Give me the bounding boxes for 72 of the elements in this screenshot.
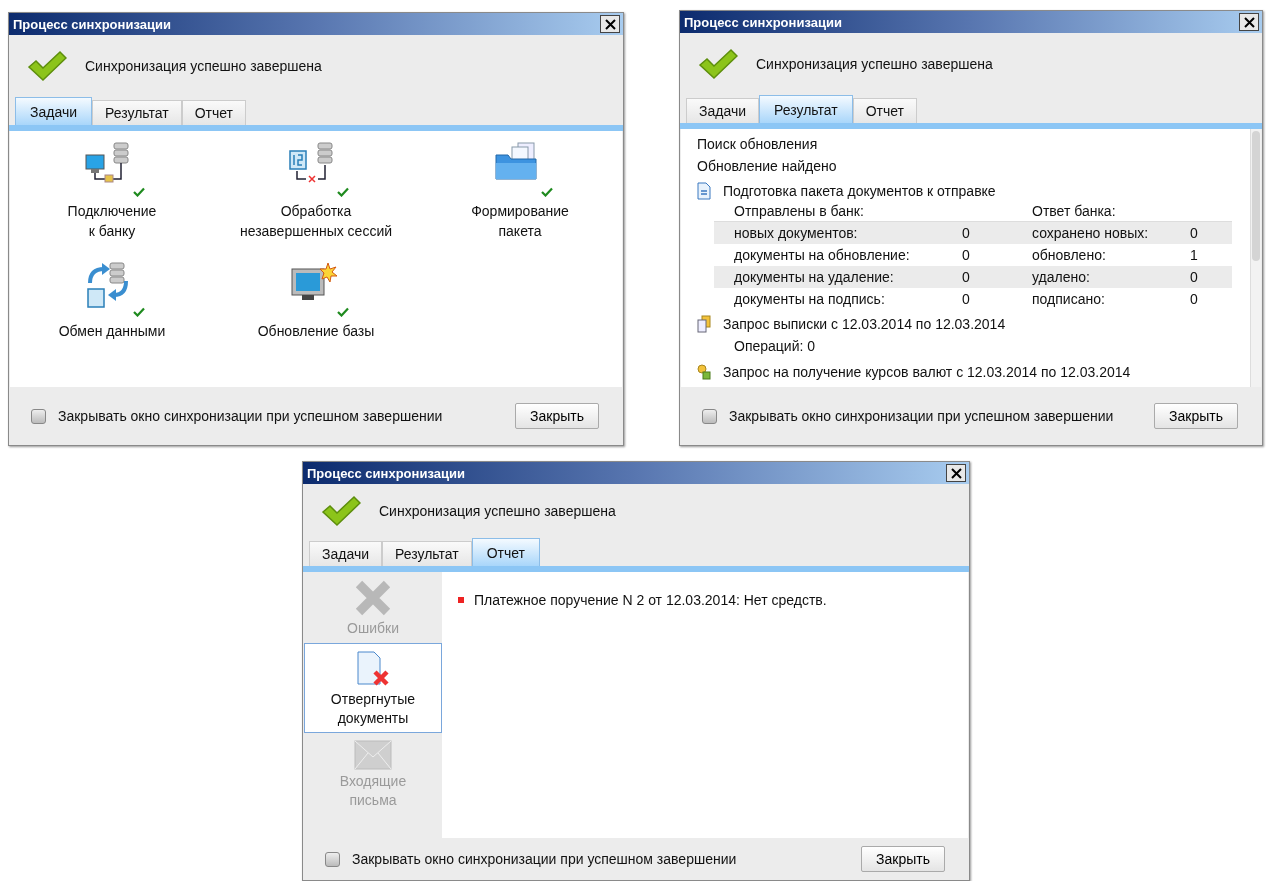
checkbox-label: Закрывать окно синхронизации при успешном завершении	[58, 408, 443, 424]
tab[interactable]: Задачи	[686, 98, 759, 123]
column-header: Отправлены в банк:	[734, 202, 865, 221]
task-label: Формирование пакета	[471, 202, 569, 241]
close-dialog-button[interactable]: Закрыть	[515, 403, 599, 429]
checkbox-label: Закрывать окно синхронизации при успешном завершении	[729, 408, 1114, 424]
rejected-document-icon	[354, 650, 392, 688]
table-cell-text: 0	[1190, 224, 1199, 243]
tab[interactable]: Задачи	[309, 541, 382, 566]
checkmark-icon	[698, 48, 738, 80]
task-label: Обновление базы	[257, 322, 375, 341]
task-label: Обработка незавершенных сессий	[239, 202, 393, 241]
table-cell-text: 0	[1190, 268, 1199, 287]
tab[interactable]: Результат	[759, 95, 853, 123]
close-icon	[604, 18, 616, 30]
table-cell-text: обновлено:	[1032, 246, 1107, 265]
result-line: Обновление найдено	[697, 157, 838, 176]
window-title: Процесс синхронизации	[13, 16, 171, 32]
window-title: Процесс синхронизации	[307, 465, 465, 481]
tab[interactable]: Результат	[92, 100, 182, 125]
checkbox-label: Закрывать окно синхронизации при успешном завершении	[352, 851, 737, 867]
close-button[interactable]	[600, 15, 620, 33]
close-dialog-button[interactable]: Закрыть	[861, 846, 945, 872]
scrollbar[interactable]	[1250, 129, 1261, 387]
category-item[interactable]: Отвергнутые документы	[304, 643, 442, 733]
close-icon	[950, 467, 962, 479]
status-message: Синхронизация успешно завершена	[85, 58, 322, 74]
close-button[interactable]	[946, 464, 966, 482]
section-title: Запрос выписки с 12.03.2014 по 12.03.2014	[723, 315, 1006, 334]
table-cell-text: 0	[962, 290, 971, 309]
task-label: Подключение к банку	[67, 202, 157, 241]
document-icon	[697, 182, 711, 200]
table-cell-text: новых документов:	[734, 224, 859, 243]
close-dialog-button[interactable]: Закрыть	[1154, 403, 1238, 429]
table-cell-text: 0	[962, 224, 971, 243]
result-line: Поиск обновления	[697, 135, 819, 154]
coins-icon	[697, 363, 711, 381]
report-message: Платежное поручение N 2 от 12.03.2014: Нет средств.	[474, 592, 827, 608]
close-icon	[1243, 16, 1255, 28]
table-cell-text: документы на обновление:	[734, 246, 911, 265]
checkbox[interactable]	[31, 408, 46, 424]
status-message: Синхронизация успешно завершена	[756, 56, 993, 72]
table-cell-text: 0	[1190, 290, 1199, 309]
table-cell-text: 1	[1190, 246, 1199, 265]
cross-icon	[354, 579, 392, 617]
checkbox[interactable]	[702, 408, 717, 424]
checkmark-icon	[27, 50, 67, 82]
checkmark-icon	[321, 495, 361, 527]
table-cell-text: подписано:	[1032, 290, 1106, 309]
tab[interactable]: Отчет	[852, 98, 918, 123]
table-cell-text: документы на подпись:	[734, 290, 886, 309]
tab[interactable]: Отчет	[471, 538, 541, 566]
envelope-icon	[354, 740, 392, 770]
table-cell-text: 0	[962, 246, 971, 265]
window-title: Процесс синхронизации	[684, 14, 842, 30]
column-header: Ответ банка:	[1032, 202, 1117, 221]
status-message: Синхронизация успешно завершена	[379, 503, 616, 519]
checkbox[interactable]	[325, 851, 340, 867]
table-cell-text: сохранено новых:	[1032, 224, 1150, 243]
documents-icon	[697, 315, 711, 333]
close-button[interactable]	[1239, 13, 1259, 31]
table-cell-text: документы на удаление:	[734, 268, 895, 287]
section-detail: Операций: 0	[733, 337, 817, 356]
tab[interactable]: Отчет	[181, 100, 247, 125]
task-label: Обмен данными	[58, 322, 166, 341]
section-title: Подготовка пакета документов к отправке	[723, 182, 996, 201]
tab[interactable]: Результат	[382, 541, 472, 566]
bullet-icon	[458, 597, 464, 603]
table-cell-text: удалено:	[1032, 268, 1091, 287]
table-cell-text: 0	[962, 268, 971, 287]
section-title: Запрос на получение курсов валют с 12.03.2014 по 12.03.2014	[723, 363, 1131, 382]
tab[interactable]: Задачи	[15, 97, 92, 125]
